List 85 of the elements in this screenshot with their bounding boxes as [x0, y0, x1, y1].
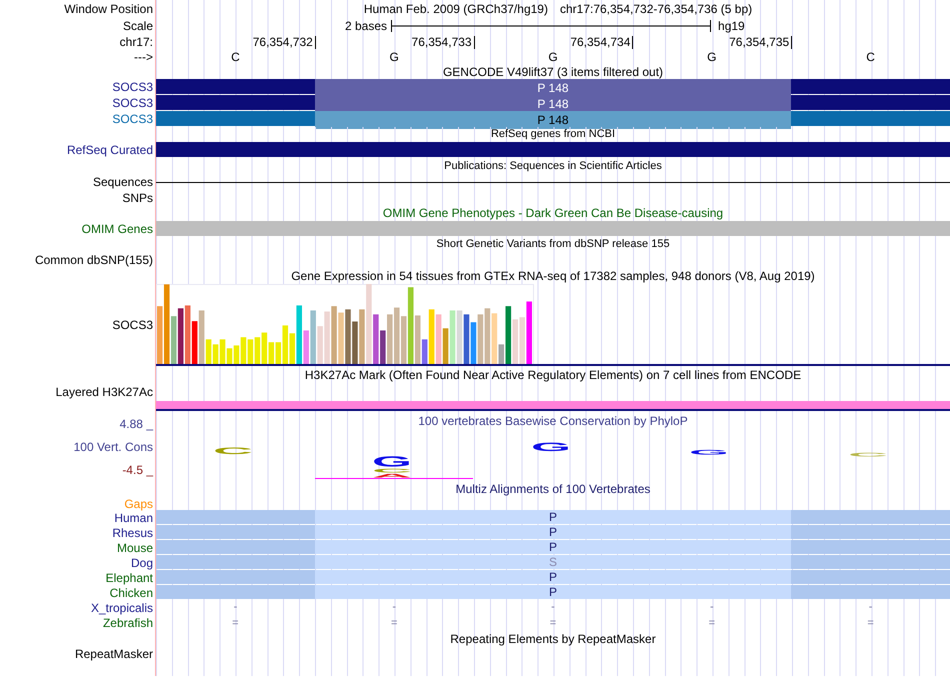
gap-mark: = [708, 618, 715, 628]
alignment-bar[interactable]: P [156, 510, 950, 524]
track-title: H3K27Ac Mark (Often Found Near Active Regulatory Elements) on 7 cell lines from ENCODE [304, 369, 802, 381]
assembly-text: Human Feb. 2009 (GRCh37/hg19) [364, 1, 548, 18]
track-title: Short Genetic Variants from dbSNP release 155 [436, 238, 670, 250]
axis-min-label: -4.5 _ [122, 464, 153, 476]
amino-acid: P [548, 541, 557, 553]
logo-letter: C [213, 448, 254, 455]
species-label[interactable]: Human [114, 512, 153, 524]
track-label[interactable]: Common dbSNP(155) [34, 254, 153, 266]
tick-mark [632, 36, 634, 48]
coordinate-label: 76,354,734 [570, 36, 632, 48]
exon-segment: P 148 [314, 111, 792, 129]
gap-mark: - [234, 602, 238, 613]
base-letter: C [866, 51, 875, 63]
position-text: chr17:76,354,732-76,354,736 (5 bp) [560, 1, 752, 18]
amino-acid: P [548, 526, 557, 538]
gene-label[interactable]: SOCS3 [112, 81, 153, 93]
amino-acid: P [548, 571, 557, 583]
species-label[interactable]: Mouse [116, 542, 153, 554]
gene-label[interactable]: SOCS3 [112, 113, 153, 125]
track-title: Multiz Alignments of 100 Vertebrates [456, 482, 650, 494]
track-title: Repeating Elements by RepeatMasker [450, 632, 656, 644]
gene-label[interactable]: SOCS3 [112, 97, 153, 109]
base-letter: G [707, 51, 716, 63]
track-label[interactable]: chr17: [120, 36, 153, 48]
expression-bars-drawing[interactable] [156, 284, 534, 364]
track-title: OMIM Gene Phenotypes - Dark Green Can Be Disease-causing [382, 207, 724, 219]
gene-bar[interactable]: P 148 [156, 79, 950, 94]
track-label[interactable]: Sequences [92, 176, 153, 188]
track-label[interactable]: Layered H3K27Ac [56, 386, 153, 398]
amino-acid: S [548, 556, 557, 568]
gene-bar[interactable]: P 148 [156, 111, 950, 126]
track-label[interactable]: Window Position [64, 3, 153, 15]
amino-acid: P [548, 511, 557, 523]
species-label[interactable]: Chicken [110, 586, 153, 598]
alignment-bar[interactable]: P [156, 570, 950, 584]
tick-mark [474, 36, 475, 48]
gap-mark: - [551, 602, 555, 613]
base-letter: C [231, 51, 240, 63]
alignment-bar[interactable]: P [156, 540, 950, 554]
amino-acid: P [548, 586, 557, 598]
gene-bar[interactable] [156, 142, 950, 157]
gene-bar[interactable]: P 148 [156, 95, 950, 110]
species-label[interactable]: X_tropicalis [90, 602, 153, 614]
gap-mark: = [390, 618, 398, 628]
track-title: RefSeq genes from NCBI [490, 128, 616, 140]
species-label[interactable]: Dog [130, 556, 153, 568]
track-label[interactable]: 100 Vert. Cons [74, 441, 153, 453]
logo-letter: G [530, 443, 571, 452]
track-title: Publications: Sequences in Scientific Articles [444, 160, 662, 172]
base-letter: G [548, 51, 558, 63]
coordinate-label: 76,354,735 [729, 36, 790, 48]
species-label[interactable]: Zebrafish [102, 617, 153, 629]
track-title: GENCODE V49lift37 (3 items filtered out) [442, 66, 664, 78]
tick-mark [314, 36, 316, 48]
gap-mark: = [550, 618, 556, 628]
gap-mark: - [392, 602, 396, 613]
track-label[interactable]: OMIM Genes [82, 222, 153, 234]
coordinate-label: 76,354,732 [252, 36, 314, 48]
alignment-bar[interactable]: P [156, 525, 950, 539]
logo-letter: G [372, 457, 412, 468]
scale-text: 2 bases [345, 18, 388, 35]
track-label[interactable]: Scale [122, 20, 153, 32]
track-label[interactable]: SNPs [122, 192, 153, 204]
axis-max-label: 4.88 _ [120, 418, 153, 430]
assembly-name: hg19 [718, 18, 745, 35]
gap-mark: = [867, 618, 874, 628]
phenotype-bar[interactable] [156, 221, 950, 236]
track-title: 100 vertebrates Basewise Conservation by PhyloP [418, 415, 688, 427]
track-label[interactable]: SOCS3 [112, 319, 153, 331]
track-label[interactable]: RefSeq Curated [66, 144, 153, 156]
base-letter: G [390, 51, 399, 63]
track-title: Gene Expression in 54 tissues from GTEx RNA-seq of 17382 samples, 948 donors (V8, Aug 2019) [291, 270, 815, 282]
tick-mark [791, 36, 792, 48]
track-label[interactable]: ---> [134, 51, 153, 63]
species-label[interactable]: Elephant [106, 572, 153, 584]
gap-mark: = [232, 618, 239, 628]
species-label[interactable]: Rhesus [112, 526, 153, 538]
track-label[interactable]: RepeatMasker [74, 648, 153, 660]
alignment-bar[interactable]: P [156, 585, 950, 599]
signal-bar[interactable] [156, 401, 950, 409]
coordinate-label: 76,354,733 [412, 36, 473, 48]
gap-mark: - [710, 602, 714, 613]
gap-mark: - [868, 602, 872, 613]
